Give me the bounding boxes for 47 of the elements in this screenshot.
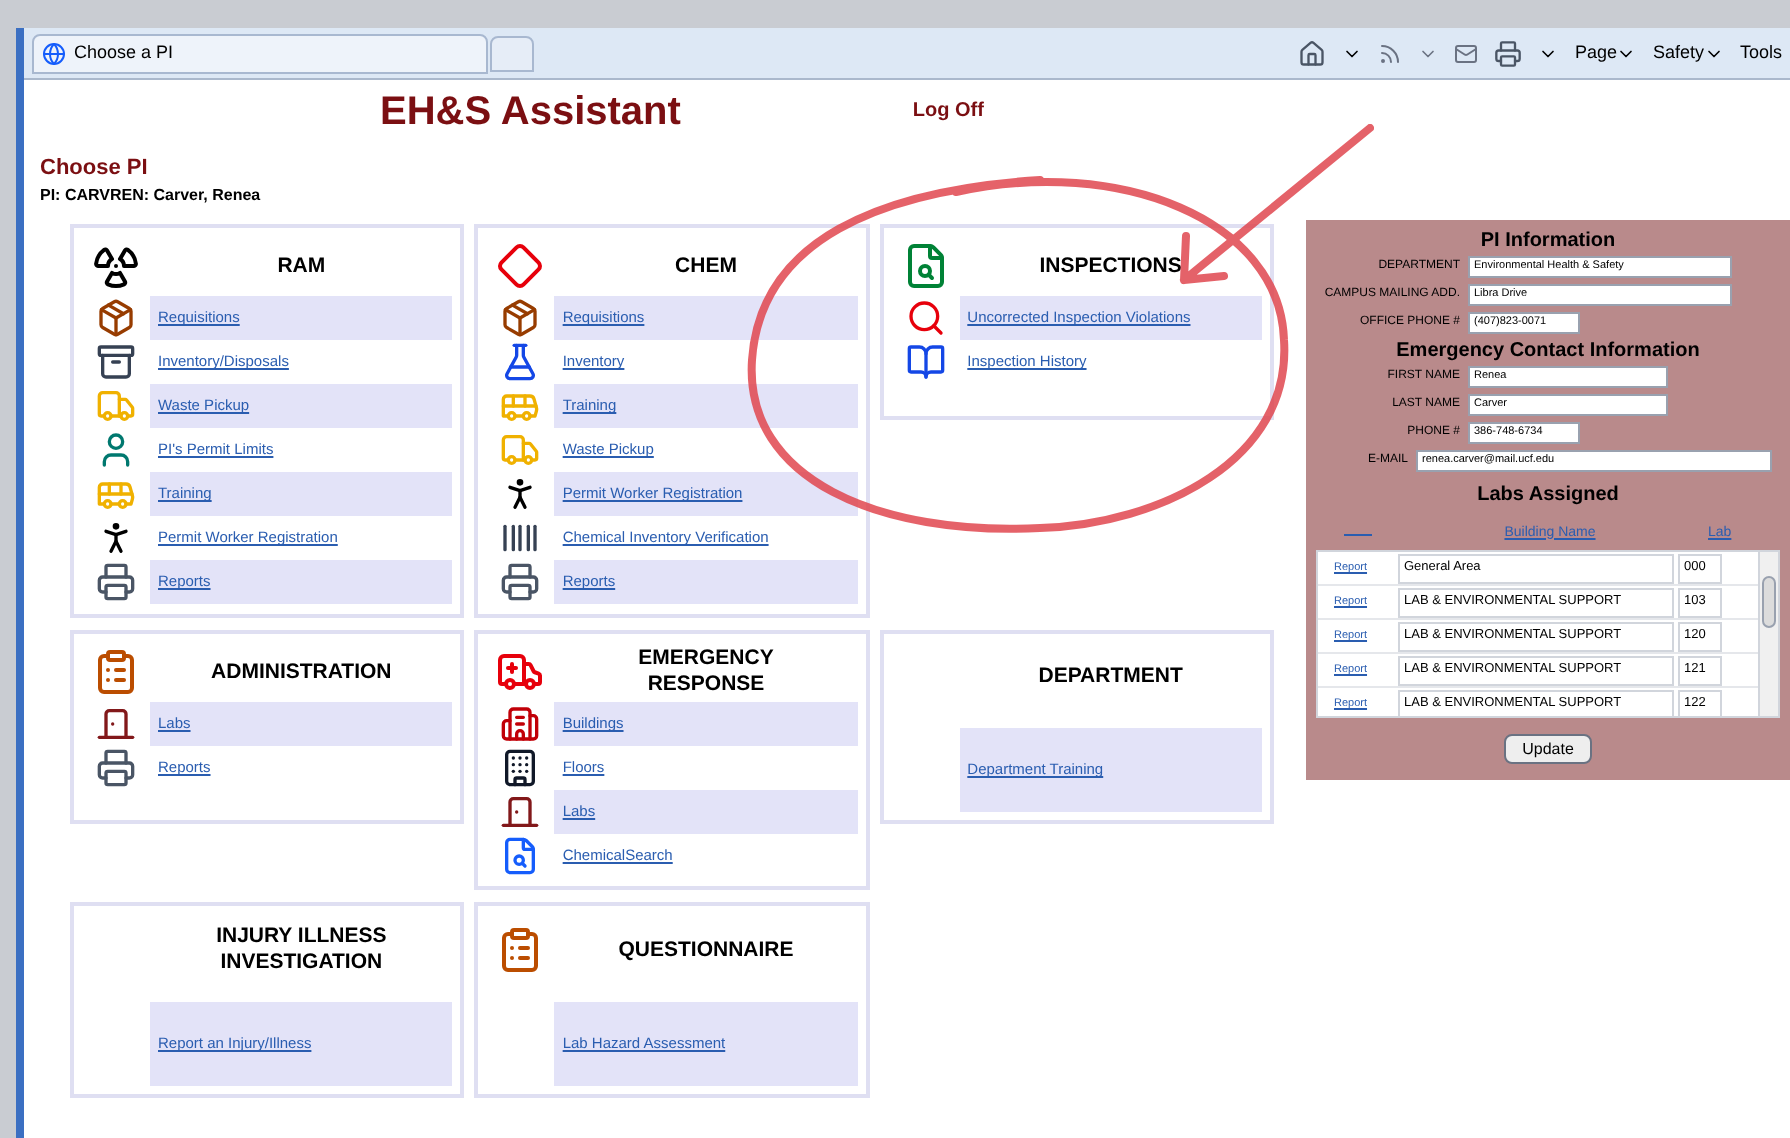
scrollbar[interactable] xyxy=(1758,552,1778,716)
browser-tab[interactable]: Choose a PI xyxy=(32,33,488,73)
package-icon xyxy=(96,298,136,338)
radiation-icon xyxy=(92,242,140,290)
panel-title: RAM xyxy=(275,253,328,279)
printer-icon xyxy=(500,562,541,602)
diamond-icon xyxy=(496,242,545,290)
ambulance-icon xyxy=(496,648,545,696)
barrel-icon xyxy=(96,342,136,382)
printer-icon[interactable] xyxy=(1494,39,1523,67)
building-icon xyxy=(500,748,541,788)
printer-icon xyxy=(96,562,136,602)
panel-title: INSPECTIONS xyxy=(1037,253,1184,279)
pi-name: PI: CARVREN: Carver, Renea xyxy=(40,184,263,208)
truck-icon xyxy=(96,386,136,426)
toolbar-menu[interactable]: Page xyxy=(1574,39,1637,67)
section-title: PI Information xyxy=(1480,228,1616,254)
door-icon xyxy=(96,704,136,744)
column-link[interactable] xyxy=(1344,533,1372,535)
home-icon[interactable] xyxy=(1298,39,1327,67)
panel-title: DEPARTMENT xyxy=(1036,664,1185,690)
document-search-icon xyxy=(500,836,541,876)
log-off-link[interactable]: Log Off xyxy=(912,96,984,126)
panel-title: ADMINISTRATION xyxy=(209,659,394,685)
panel-title: QUESTIONNAIRE xyxy=(616,937,796,963)
clipboard-icon xyxy=(92,648,140,696)
section-title: Emergency Contact Information xyxy=(1396,338,1700,364)
update-button[interactable]: Update xyxy=(1504,734,1592,764)
printer-icon xyxy=(96,748,136,788)
building-icon xyxy=(500,704,541,744)
search-icon xyxy=(905,298,946,338)
door-icon xyxy=(500,792,541,832)
feed-icon[interactable] xyxy=(1378,41,1403,65)
panel-title: EMERGENCY RESPONSE xyxy=(636,646,776,698)
toolbar-menu[interactable]: Safety xyxy=(1652,39,1724,67)
toolbar-menu[interactable]: Tools xyxy=(1739,39,1782,67)
flask-icon xyxy=(500,342,541,382)
panel-title: INJURY ILLNESS INVESTIGATION xyxy=(214,924,389,976)
page-heading: Choose PI xyxy=(40,154,150,182)
app-title: EH&S Assistant xyxy=(380,88,681,138)
book-icon xyxy=(905,342,946,382)
panel-title: CHEM xyxy=(673,253,739,279)
section-title: Labs Assigned xyxy=(1477,482,1619,508)
mail-icon[interactable] xyxy=(1454,41,1479,65)
truck-icon xyxy=(500,430,541,470)
package-icon xyxy=(500,298,541,338)
globe-icon xyxy=(42,41,66,65)
